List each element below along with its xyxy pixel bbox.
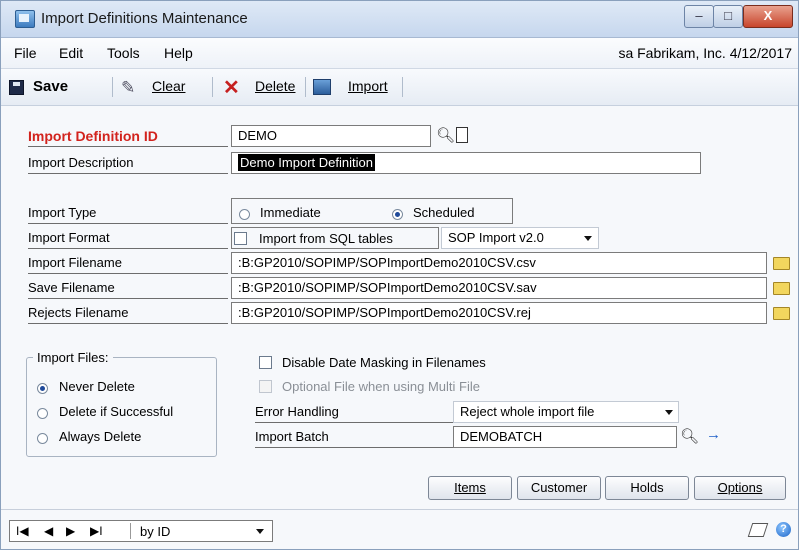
options-button[interactable]: Options <box>694 476 786 500</box>
import-format-dropdown[interactable]: SOP Import v2.0 <box>441 227 599 249</box>
import-type-label: Import Type <box>28 202 228 224</box>
radio-never-delete-label[interactable]: Never Delete <box>59 379 135 394</box>
help-icon[interactable]: ? <box>776 522 791 537</box>
menu-tools[interactable]: Tools <box>107 45 140 61</box>
title-bar: Import Definitions Maintenance – □ X <box>1 1 798 38</box>
disable-date-masking-label[interactable]: Disable Date Masking in Filenames <box>282 355 486 370</box>
menu-edit[interactable]: Edit <box>59 45 83 61</box>
form-area: Import Definition ID DEMO 🔍︎ Import Desc… <box>1 106 798 509</box>
radio-immediate[interactable] <box>239 209 250 220</box>
import-format-label: Import Format <box>28 227 228 249</box>
sql-tables-label[interactable]: Import from SQL tables <box>259 231 393 246</box>
arrow-right-icon[interactable]: → <box>706 426 721 443</box>
holds-button[interactable]: Holds <box>605 476 689 500</box>
record-navigator: I◀ ◀ ▶ ▶I by ID <box>9 520 273 542</box>
radio-immediate-label[interactable]: Immediate <box>260 205 321 220</box>
delete-button[interactable]: Delete <box>255 78 295 94</box>
import-definition-id-label: Import Definition ID <box>28 125 228 147</box>
customer-button[interactable]: Customer <box>517 476 601 500</box>
import-icon[interactable] <box>313 79 331 95</box>
next-record-icon[interactable]: ▶ <box>66 524 75 538</box>
import-description-value: Demo Import Definition <box>238 154 375 171</box>
folder-icon[interactable] <box>773 282 790 295</box>
menu-bar: File Edit Tools Help sa Fabrikam, Inc. 4… <box>1 38 798 69</box>
optional-file-label: Optional File when using Multi File <box>282 379 480 394</box>
clear-button[interactable]: Clear <box>152 78 185 94</box>
last-record-icon[interactable]: ▶I <box>90 524 103 538</box>
items-button[interactable]: Items <box>428 476 512 500</box>
error-handling-dropdown[interactable]: Reject whole import file <box>453 401 679 423</box>
minimize-button[interactable]: – <box>684 5 714 28</box>
navigator-divider <box>130 523 131 539</box>
toolbar-divider <box>402 77 403 97</box>
new-document-icon[interactable] <box>456 127 468 143</box>
previous-record-icon[interactable]: ◀ <box>44 524 53 538</box>
first-record-icon[interactable]: I◀ <box>16 524 29 538</box>
save-icon[interactable] <box>9 80 24 95</box>
import-button[interactable]: Import <box>348 78 388 94</box>
error-handling-label: Error Handling <box>255 401 453 423</box>
toolbar-divider <box>305 77 306 97</box>
radio-never-delete[interactable] <box>37 383 48 394</box>
toolbar-divider <box>112 77 113 97</box>
radio-always-delete-label[interactable]: Always Delete <box>59 429 141 444</box>
lookup-icon[interactable]: 🔍︎ <box>680 427 699 445</box>
lookup-icon[interactable]: 🔍︎ <box>436 126 455 144</box>
status-bar: I◀ ◀ ▶ ▶I by ID ? <box>1 509 798 549</box>
sort-order-dropdown[interactable]: by ID <box>140 524 170 539</box>
delete-icon[interactable]: ✕ <box>223 75 240 100</box>
import-description-field[interactable]: Demo Import Definition <box>231 152 701 174</box>
radio-delete-if-successful[interactable] <box>37 408 48 419</box>
rejects-filename-field[interactable]: :B:GP2010/SOPIMP/SOPImportDemo2010CSV.re… <box>231 302 767 324</box>
maximize-button[interactable]: □ <box>713 5 743 28</box>
optional-file-checkbox <box>259 380 272 393</box>
eraser-icon[interactable]: ✎ <box>121 78 135 98</box>
note-icon[interactable] <box>747 523 769 537</box>
save-button[interactable]: Save <box>33 78 68 95</box>
menu-file[interactable]: File <box>14 45 37 61</box>
import-batch-field[interactable]: DEMOBATCH <box>453 426 677 448</box>
disable-date-masking-checkbox[interactable] <box>259 356 272 369</box>
import-definitions-window: Import Definitions Maintenance – □ X Fil… <box>0 0 799 550</box>
radio-delete-if-successful-label[interactable]: Delete if Successful <box>59 404 173 419</box>
import-batch-label: Import Batch <box>255 426 453 448</box>
rejects-filename-label: Rejects Filename <box>28 302 228 324</box>
chevron-down-icon[interactable] <box>665 410 673 415</box>
import-description-label: Import Description <box>28 152 228 174</box>
chevron-down-icon[interactable] <box>584 236 592 241</box>
menu-help[interactable]: Help <box>164 45 193 61</box>
import-filename-label: Import Filename <box>28 252 228 274</box>
import-files-title: Import Files: <box>33 350 113 365</box>
toolbar-divider <box>212 77 213 97</box>
close-button[interactable]: X <box>743 5 793 28</box>
import-definition-id-field[interactable]: DEMO <box>231 125 431 147</box>
folder-icon[interactable] <box>773 307 790 320</box>
app-icon <box>15 10 35 28</box>
save-filename-label: Save Filename <box>28 277 228 299</box>
radio-always-delete[interactable] <box>37 433 48 444</box>
save-filename-field[interactable]: :B:GP2010/SOPIMP/SOPImportDemo2010CSV.sa… <box>231 277 767 299</box>
folder-icon[interactable] <box>773 257 790 270</box>
toolbar: Save ✎ Clear ✕ Delete Import <box>1 69 798 106</box>
import-filename-field[interactable]: :B:GP2010/SOPIMP/SOPImportDemo2010CSV.cs… <box>231 252 767 274</box>
window-title: Import Definitions Maintenance <box>41 10 248 27</box>
chevron-down-icon[interactable] <box>256 529 264 534</box>
sql-tables-checkbox[interactable] <box>234 232 247 245</box>
radio-scheduled-label[interactable]: Scheduled <box>413 205 474 220</box>
radio-scheduled[interactable] <box>392 209 403 220</box>
company-info: sa Fabrikam, Inc. 4/12/2017 <box>618 45 792 61</box>
